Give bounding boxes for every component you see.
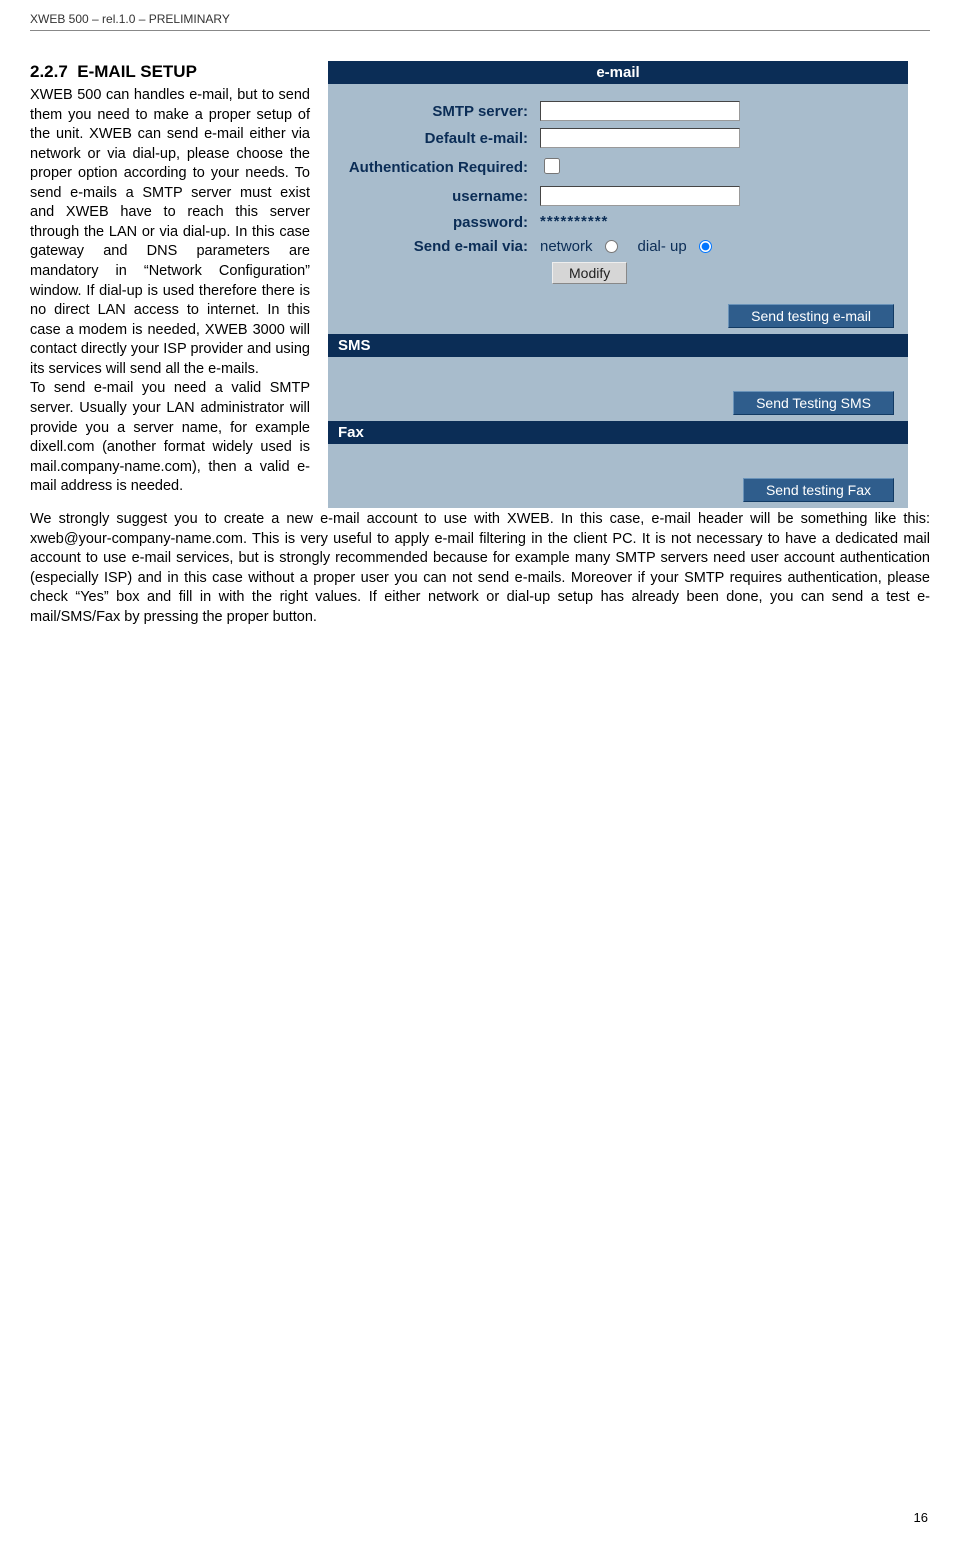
network-option-label: network bbox=[540, 238, 593, 255]
page-number: 16 bbox=[914, 1510, 928, 1525]
smtp-input[interactable] bbox=[540, 101, 740, 121]
send-test-fax-button[interactable]: Send testing Fax bbox=[743, 478, 894, 502]
default-email-label: Default e-mail: bbox=[340, 130, 540, 147]
send-test-email-button[interactable]: Send testing e-mail bbox=[728, 304, 894, 328]
smtp-label: SMTP server: bbox=[340, 103, 540, 120]
username-label: username: bbox=[340, 188, 540, 205]
username-input[interactable] bbox=[540, 186, 740, 206]
doc-header: XWEB 500 – rel.1.0 – PRELIMINARY bbox=[30, 12, 930, 31]
fax-section-header: Fax bbox=[328, 421, 908, 444]
send-via-label: Send e-mail via: bbox=[340, 238, 540, 255]
network-radio[interactable] bbox=[605, 240, 618, 253]
send-test-sms-button[interactable]: Send Testing SMS bbox=[733, 391, 894, 415]
section-paragraph-left: XWEB 500 can handles e-mail, but to send… bbox=[30, 86, 310, 497]
email-section-header: e-mail bbox=[328, 61, 908, 84]
password-value: ********** bbox=[540, 213, 608, 230]
settings-panel: e-mail SMTP server: Default e-mail: Auth… bbox=[328, 61, 908, 508]
section-heading: E-MAIL SETUP bbox=[77, 62, 197, 81]
dialup-radio[interactable] bbox=[699, 240, 712, 253]
default-email-input[interactable] bbox=[540, 128, 740, 148]
auth-required-checkbox[interactable] bbox=[544, 158, 560, 174]
dialup-option-label: dial- up bbox=[638, 238, 687, 255]
sms-section-header: SMS bbox=[328, 334, 908, 357]
section-title: 2.2.7 E-MAIL SETUP bbox=[30, 61, 310, 84]
modify-button[interactable]: Modify bbox=[552, 262, 627, 284]
auth-required-label: Authentication Required: bbox=[340, 159, 540, 176]
section-number: 2.2.7 bbox=[30, 62, 68, 81]
password-label: password: bbox=[340, 214, 540, 231]
section-paragraph-below: We strongly suggest you to create a new … bbox=[30, 510, 930, 627]
